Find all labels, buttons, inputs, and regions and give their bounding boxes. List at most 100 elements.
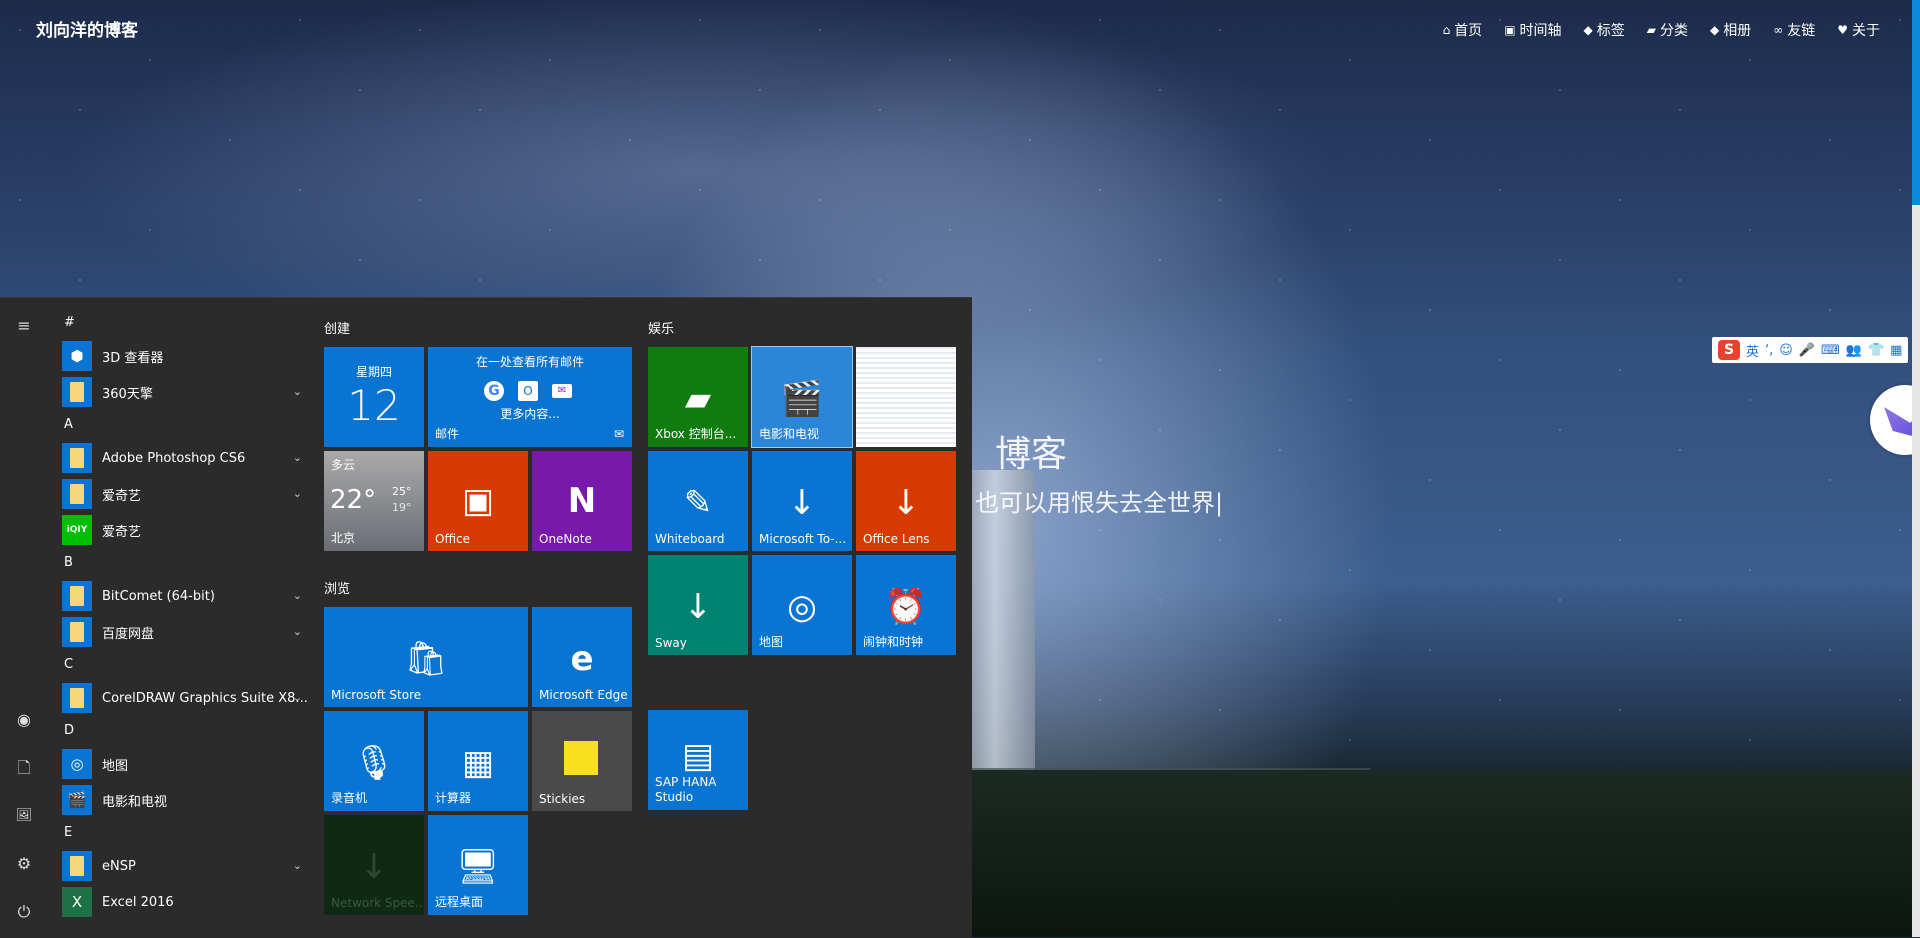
documents-icon[interactable]: 🗋 — [12, 756, 36, 780]
microphone-icon: 🎙 — [352, 743, 396, 783]
tile-live-preview[interactable] — [856, 347, 956, 447]
ime-toolbar[interactable]: S 英 ‘, ☺ 🎤 ⌨ 👥 👕 ▦ — [1712, 337, 1909, 363]
hamburger-menu-icon[interactable]: ≡ — [12, 314, 36, 338]
app-list-item[interactable]: X Excel 2016 — [52, 884, 308, 920]
app-list-letter[interactable]: A — [52, 410, 308, 440]
nav-item-5[interactable]: ∞ 友链 — [1773, 20, 1815, 40]
ime-tool-icon[interactable]: 👥 — [1846, 343, 1862, 358]
chevron-down-icon[interactable]: ⌄ — [293, 487, 302, 500]
app-list-item[interactable]: 🎬 电影和电视 — [52, 782, 308, 818]
tile-calculator[interactable]: ▦ 计算器 — [428, 711, 528, 811]
sogou-logo[interactable]: S — [1718, 340, 1740, 360]
chevron-down-icon[interactable]: ⌄ — [293, 589, 302, 602]
cube-icon: ⬢ — [62, 341, 92, 371]
settings-gear-icon[interactable]: ⚙ — [12, 852, 36, 876]
mail-envelope-icon: ✉ — [613, 427, 624, 441]
ime-tool-icon[interactable]: 🎤 — [1799, 343, 1815, 358]
app-label: Excel 2016 — [102, 894, 174, 910]
tile-mail[interactable]: 在一处查看所有邮件 G O ✉ 更多内容... 邮件 ✉ — [428, 347, 632, 447]
app-list-item[interactable]: ◎ 地图 — [52, 746, 308, 782]
app-list-letter[interactable]: E — [52, 818, 308, 848]
nav-item-3[interactable]: ▰ 分类 — [1647, 20, 1688, 40]
tile-movies[interactable]: 🎬 电影和电视 — [751, 346, 853, 448]
chevron-down-icon[interactable]: ⌄ — [293, 625, 302, 638]
tile-sap-hana[interactable]: ▤ SAP HANA Studio — [648, 710, 748, 810]
ime-tool-icon[interactable]: ▦ — [1890, 343, 1902, 358]
nav-item-4[interactable]: ◆ 相册 — [1710, 20, 1751, 40]
group-title-explore[interactable]: 浏览 — [324, 578, 350, 597]
app-list-item[interactable]: ⬢ 3D 查看器 — [52, 338, 308, 374]
tile-todo[interactable]: ↓ Microsoft To-... — [752, 451, 852, 551]
tile-edge[interactable]: e Microsoft Edge — [532, 607, 632, 707]
tile-recorder[interactable]: 🎙 录音机 — [324, 711, 424, 811]
tile-office-lens[interactable]: ↓ Office Lens — [856, 451, 956, 551]
scrollbar-thumb[interactable] — [1912, 0, 1920, 205]
hero-title: 博客 — [995, 434, 1068, 475]
folder-icon — [62, 479, 92, 509]
tile-label-lens: Office Lens — [863, 532, 930, 546]
chevron-down-icon[interactable]: ⌄ — [293, 385, 302, 398]
nav-item-6[interactable]: ♥ 关于 — [1837, 20, 1880, 40]
tag-icon: ◆ — [1583, 23, 1593, 37]
tile-network-speed[interactable]: ↓ Network Spee... — [324, 815, 424, 915]
power-icon[interactable]: ⏻ — [12, 900, 36, 924]
app-list-letter[interactable]: C — [52, 650, 308, 680]
download-icon: ↓ — [683, 587, 713, 627]
group-title-create[interactable]: 创建 — [324, 318, 350, 337]
chevron-down-icon[interactable]: ⌄ — [293, 691, 302, 704]
download-icon: ↓ — [891, 483, 921, 523]
tile-label-edge: Microsoft Edge — [539, 688, 628, 702]
ime-tool-icon[interactable]: ☺ — [1779, 343, 1793, 358]
chevron-down-icon[interactable]: ⌄ — [293, 451, 302, 464]
app-list-letter[interactable]: # — [52, 308, 308, 338]
app-list-item[interactable]: 爱奇艺 ⌄ — [52, 476, 308, 512]
folder-icon — [62, 581, 92, 611]
tile-label-sway: Sway — [655, 636, 687, 650]
chevron-down-icon[interactable]: ⌄ — [293, 859, 302, 872]
nav-item-0[interactable]: ⌂ 首页 — [1443, 20, 1483, 40]
ime-tool-icon[interactable]: ‘, — [1765, 343, 1773, 358]
tile-maps[interactable]: ◎ 地图 — [752, 555, 852, 655]
tile-label-onenote: OneNote — [539, 532, 592, 546]
tile-onenote[interactable]: N OneNote — [532, 451, 632, 551]
tile-stickies[interactable]: Stickies — [532, 711, 632, 811]
ime-lang-toggle[interactable]: 英 — [1746, 341, 1759, 360]
app-list-item[interactable]: CorelDRAW Graphics Suite X8... ⌄ — [52, 680, 308, 716]
app-label: BitComet (64-bit) — [102, 588, 215, 604]
link-icon: ∞ — [1773, 23, 1784, 37]
app-list-letter[interactable]: B — [52, 548, 308, 578]
app-list-item[interactable]: 360天擎 ⌄ — [52, 374, 308, 410]
nav-item-2[interactable]: ◆ 标签 — [1584, 20, 1625, 40]
app-label: 3D 查看器 — [102, 350, 164, 366]
app-list-letter[interactable]: D — [52, 716, 308, 746]
tile-store[interactable]: 🛍 Microsoft Store — [324, 607, 528, 707]
tile-office[interactable]: ▣ Office — [428, 451, 528, 551]
tile-xbox[interactable]: ▰ Xbox 控制台... — [648, 347, 748, 447]
scrollbar[interactable] — [1912, 0, 1920, 937]
app-list-item[interactable]: eNSP ⌄ — [52, 848, 308, 884]
folder-open-icon: ▰ — [1646, 23, 1656, 37]
user-account-icon[interactable]: ◉ — [12, 708, 36, 732]
blog-nav: ⌂ 首页 ▣ 时间轴 ◆ 标签 ▰ 分类 ◆ 相册 ∞ 友链 ♥ 关于 — [1443, 20, 1880, 40]
ime-tool-icon[interactable]: 👕 — [1868, 343, 1884, 358]
folder-icon — [62, 683, 92, 713]
tile-alarms[interactable]: ⏰ 闹钟和时钟 — [856, 555, 956, 655]
app-label: eNSP — [102, 858, 136, 874]
excel-icon: X — [62, 887, 92, 917]
tile-sway[interactable]: ↓ Sway — [648, 555, 748, 655]
tile-weather[interactable]: 多云 22° 25° 19° 北京 — [324, 451, 424, 551]
app-list-item[interactable]: 百度网盘 ⌄ — [52, 614, 308, 650]
tile-whiteboard[interactable]: ✎ Whiteboard — [648, 451, 748, 551]
weather-high: 25° — [392, 485, 412, 498]
app-list-item[interactable]: Adobe Photoshop CS6 ⌄ — [52, 440, 308, 476]
tile-calendar[interactable]: 星期四 12 — [324, 347, 424, 447]
tile-remote-desktop[interactable]: 🖥 远程桌面 — [428, 815, 528, 915]
app-list-item[interactable]: iQIY 爱奇艺 — [52, 512, 308, 548]
nav-item-1[interactable]: ▣ 时间轴 — [1504, 20, 1561, 40]
group-title-play[interactable]: 娱乐 — [648, 318, 674, 337]
pictures-icon[interactable]: 🖼 — [12, 804, 36, 828]
ime-tool-icon[interactable]: ⌨ — [1821, 343, 1840, 358]
app-list-item[interactable]: BitComet (64-bit) ⌄ — [52, 578, 308, 614]
calendar-weekday: 星期四 — [355, 365, 392, 379]
blog-title[interactable]: 刘向洋的博客 — [36, 16, 138, 41]
